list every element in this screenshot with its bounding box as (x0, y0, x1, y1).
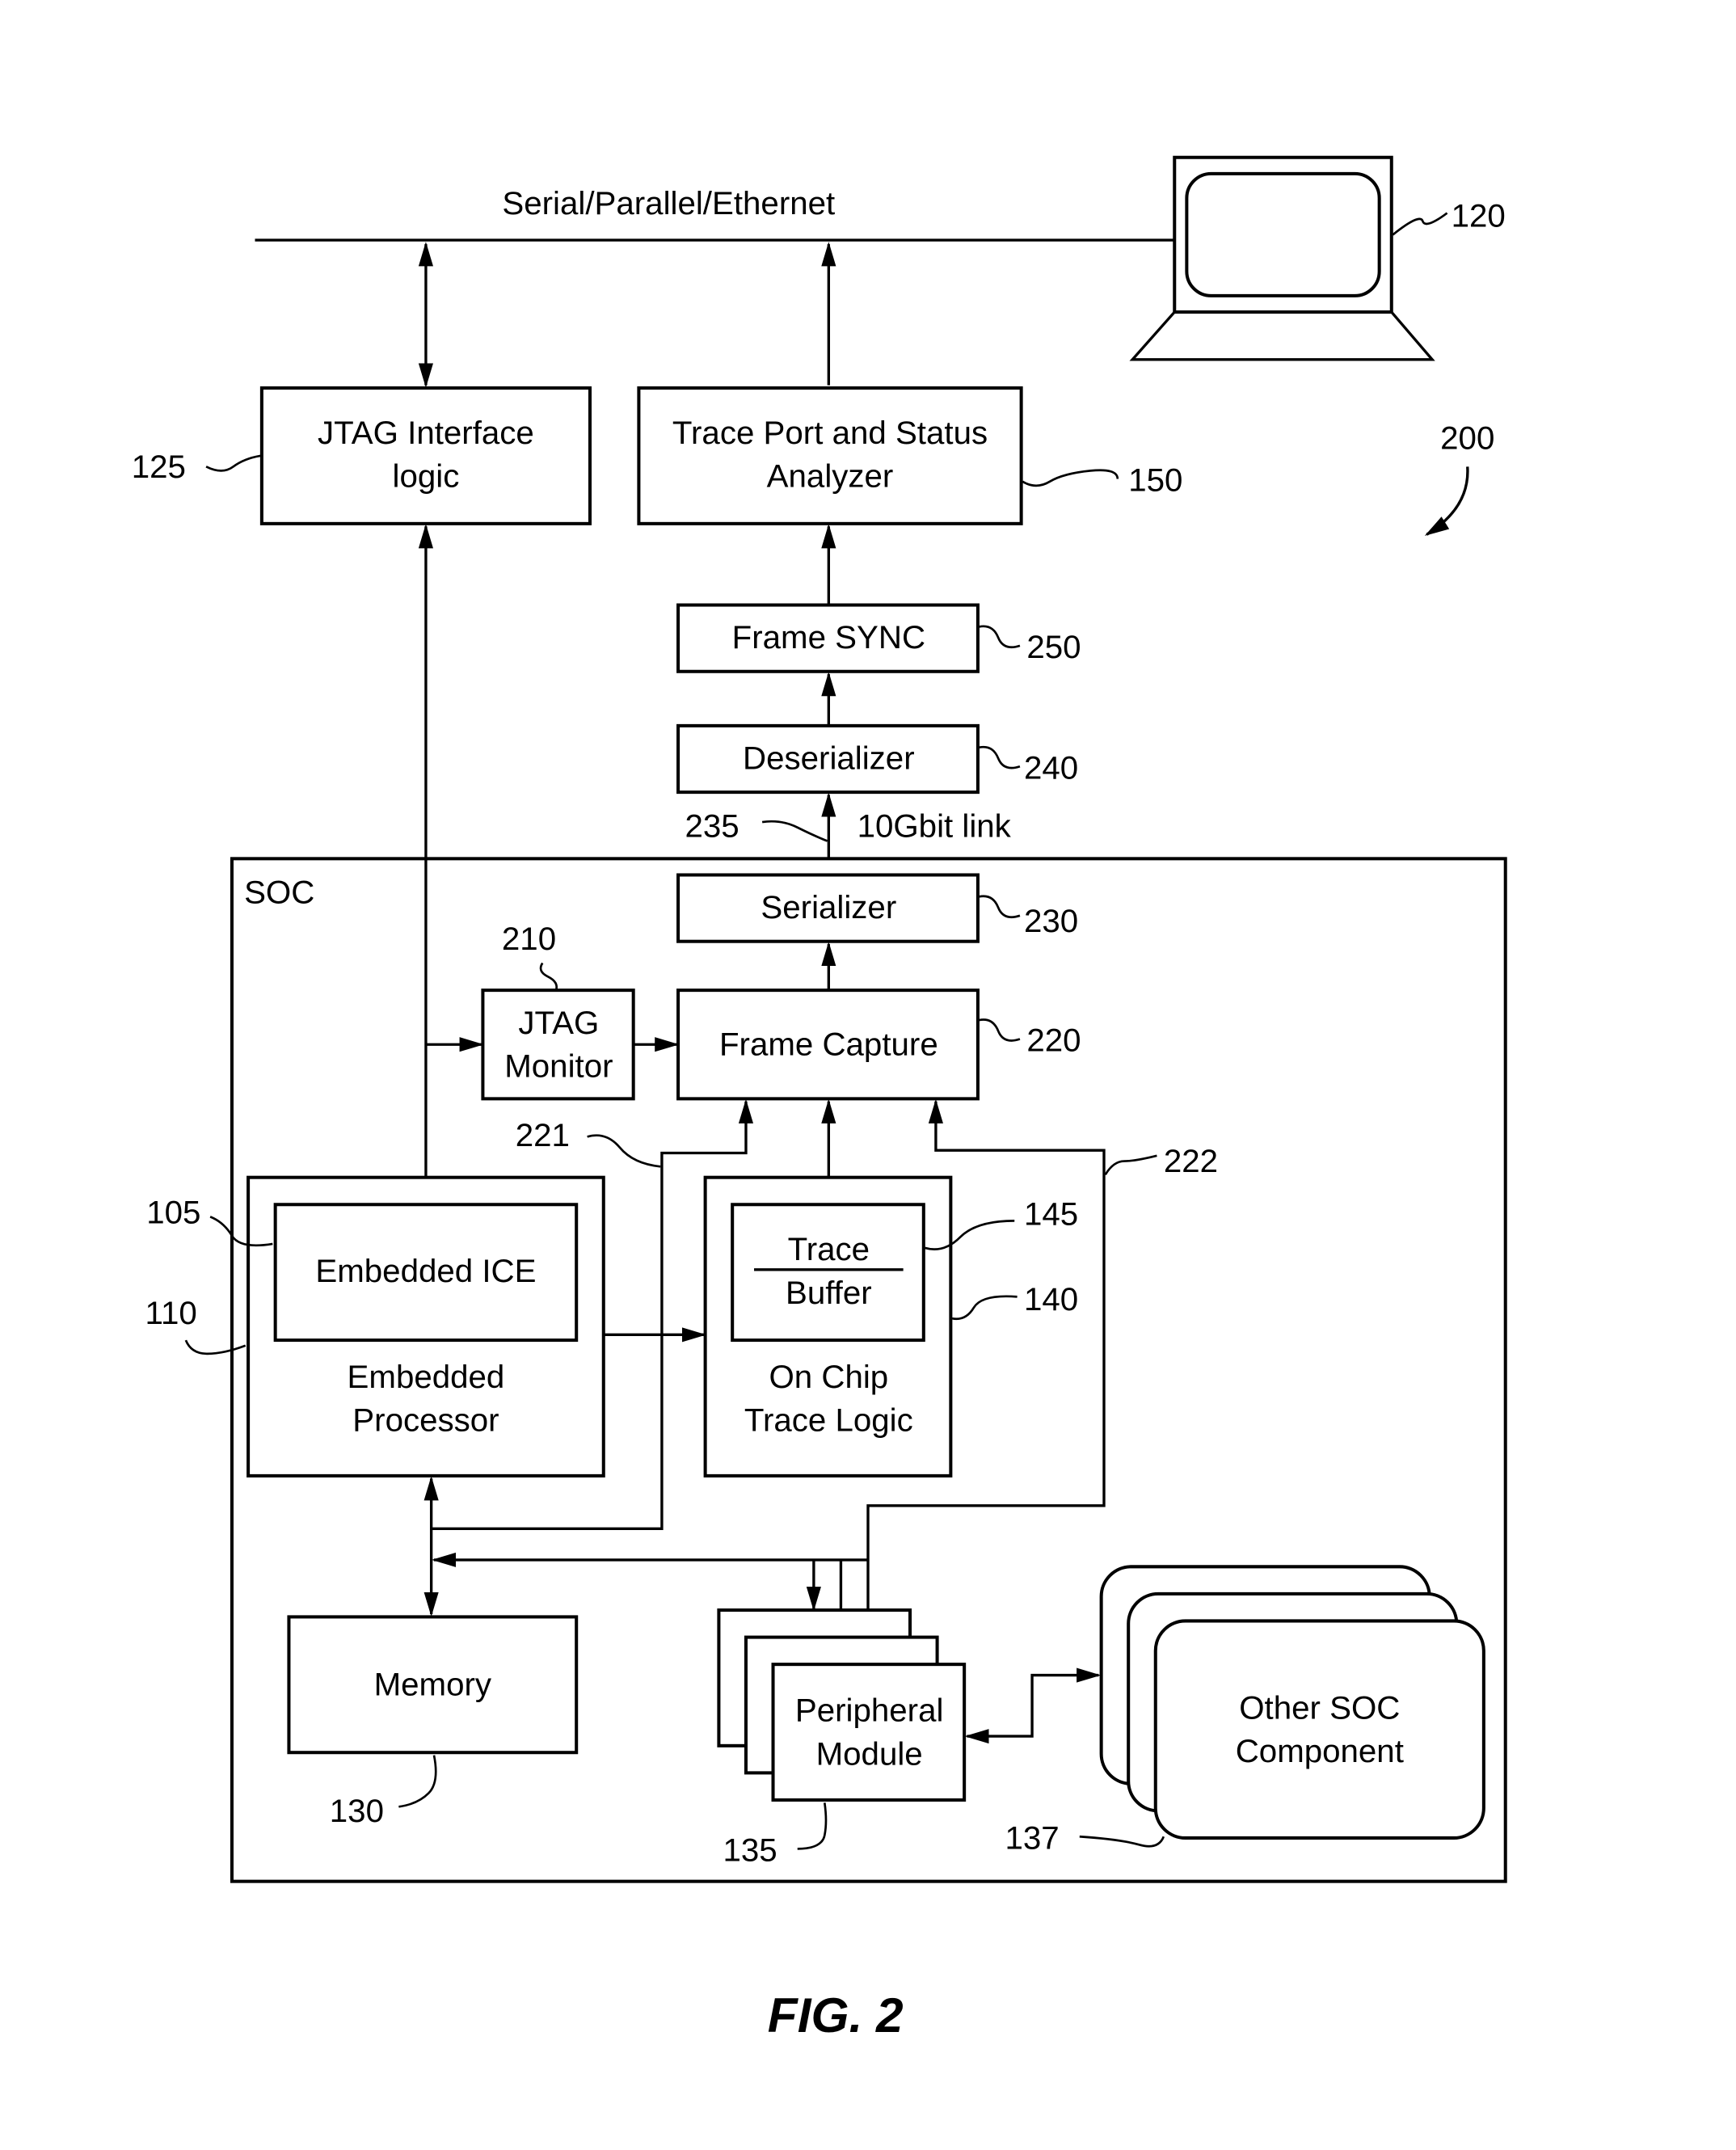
serializer-label: Serializer (761, 889, 896, 925)
trace-analyzer-line1: Trace Port and Status (672, 415, 988, 451)
jtag-monitor-line1: JTAG (518, 1005, 599, 1041)
trace-buffer-box (731, 1203, 925, 1343)
frame-sync-label: Frame SYNC (732, 619, 925, 656)
link-label: 10Gbit link (857, 807, 1012, 844)
peripheral-line1: Peripheral (795, 1693, 944, 1729)
ref-220: 220 (1026, 1022, 1081, 1059)
ref-120: 120 (1452, 197, 1506, 234)
ref-222: 222 (1164, 1143, 1218, 1179)
soc-label: SOC (244, 875, 314, 911)
on-chip-trace-line1: On Chip (769, 1359, 888, 1395)
leader-235 (761, 820, 828, 842)
ref-105: 105 (146, 1195, 200, 1231)
embedded-ice-label: Embedded ICE (315, 1253, 536, 1289)
peripheral-line2: Module (816, 1735, 923, 1772)
ref-221: 221 (516, 1117, 570, 1153)
on-chip-trace-line2: Trace Logic (744, 1402, 913, 1439)
leader-240 (979, 745, 1021, 769)
jtag-interface-line2: logic (393, 458, 460, 495)
ref-130: 130 (330, 1793, 384, 1829)
leader-250 (979, 625, 1021, 649)
trace-buffer-line1: Trace (788, 1231, 870, 1267)
trace-buffer-line2: Buffer (786, 1275, 872, 1311)
leader-125 (205, 454, 261, 472)
other-soc-line1: Other SOC (1239, 1689, 1400, 1726)
figure-caption: FIG. 2 (768, 1988, 904, 2042)
bus-label: Serial/Parallel/Ethernet (502, 185, 835, 221)
embedded-processor-line1: Embedded (348, 1359, 505, 1395)
patent-figure: Serial/Parallel/Ethernet 120 JTAG Interf… (132, 155, 1507, 2042)
arrow-200 (1424, 466, 1469, 536)
ref-230: 230 (1024, 903, 1078, 939)
leader-120 (1392, 212, 1448, 236)
peripheral-box-front (771, 1663, 967, 1802)
frame-capture-label: Frame Capture (719, 1027, 938, 1063)
ref-140: 140 (1024, 1281, 1078, 1317)
embedded-processor-line2: Processor (352, 1402, 499, 1439)
ref-145: 145 (1024, 1195, 1078, 1232)
jtag-interface-line1: JTAG Interface (318, 415, 534, 451)
other-soc-line2: Component (1236, 1733, 1404, 1769)
computer-icon (1129, 155, 1435, 361)
leader-150 (1022, 469, 1119, 487)
ref-250: 250 (1026, 629, 1081, 665)
deserializer-label: Deserializer (743, 740, 915, 777)
memory-label: Memory (374, 1667, 492, 1703)
ref-240: 240 (1024, 749, 1078, 786)
other-soc-box-front (1153, 1619, 1485, 1840)
jtag-interface-box (259, 386, 592, 525)
ref-235: 235 (685, 807, 739, 844)
ref-135: 135 (723, 1832, 777, 1868)
ref-150: 150 (1128, 462, 1182, 499)
trace-analyzer-line2: Analyzer (767, 458, 894, 495)
ref-125: 125 (132, 449, 186, 485)
ref-137: 137 (1005, 1819, 1059, 1856)
ref-110: 110 (145, 1295, 197, 1331)
jtag-monitor-line2: Monitor (504, 1048, 613, 1085)
ref-210: 210 (502, 921, 556, 957)
ref-200: 200 (1440, 420, 1494, 457)
trace-analyzer-box (637, 386, 1023, 525)
